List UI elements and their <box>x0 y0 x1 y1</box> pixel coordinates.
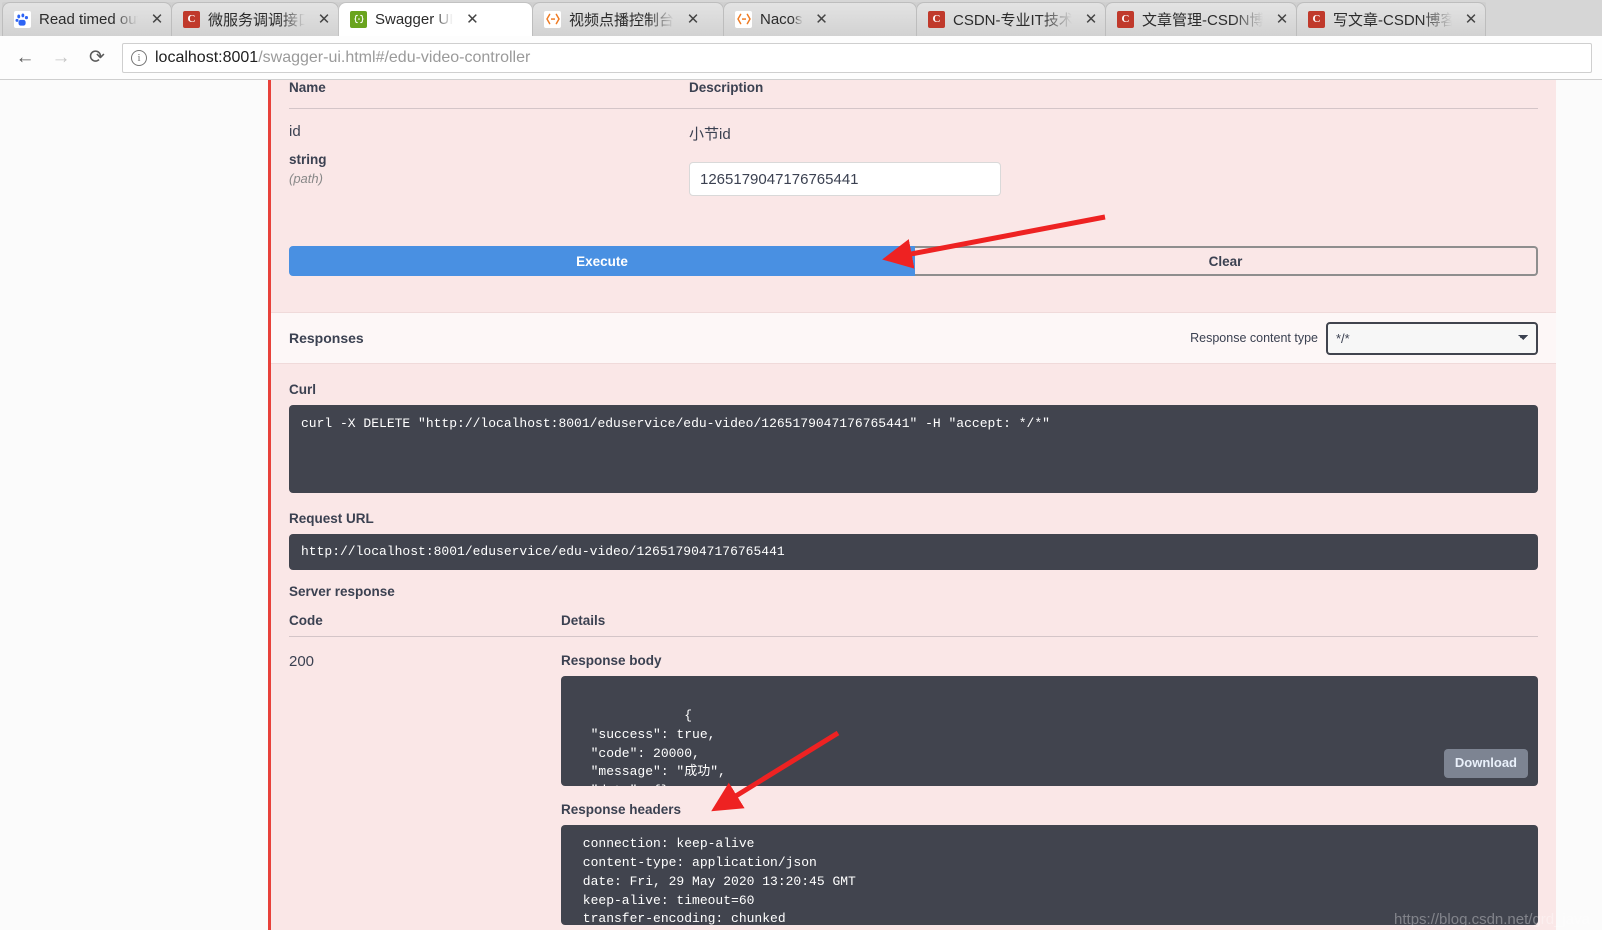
browser-tab-4[interactable]: Nacos ✕ <box>723 2 917 36</box>
nacos-icon <box>735 10 752 28</box>
response-body-label: Response body <box>561 653 662 668</box>
reload-icon[interactable]: ⟳ <box>82 43 112 73</box>
responses-header-bar: Responses Response content type */* <box>271 312 1556 364</box>
browser-tab-title: Swagger UI <box>375 10 454 28</box>
response-body-block: { "success": true, "code": 20000, "messa… <box>561 676 1538 786</box>
csdn-icon: C <box>1308 10 1325 28</box>
response-headers-label: Response headers <box>561 802 682 817</box>
aliyun-icon <box>544 10 561 28</box>
request-url-value: http://localhost:8001/eduservice/edu-vid… <box>289 534 1538 570</box>
response-details-cell: Response body { "success": true, "code":… <box>561 653 1538 930</box>
clear-button[interactable]: Clear <box>915 246 1538 276</box>
response-headers-block: connection: keep-alive content-type: app… <box>561 825 1538 925</box>
parameter-description-cell: 小节id <box>689 123 1538 196</box>
server-response-label: Server response <box>289 584 395 599</box>
parameter-type: string <box>289 152 327 167</box>
csdn-icon: C <box>928 10 945 28</box>
close-icon[interactable]: ✕ <box>315 10 333 28</box>
page-info-icon[interactable]: i <box>131 49 147 66</box>
browser-tab-title: 文章管理-CSDN博 <box>1142 11 1263 29</box>
browser-tab-5[interactable]: C CSDN-专业IT技术 ✕ <box>916 2 1106 36</box>
browser-tab-title: CSDN-专业IT技术 <box>953 11 1072 29</box>
response-content-type-group: Response content type */* <box>1190 321 1538 355</box>
response-content-type-select[interactable]: */* <box>1326 321 1538 355</box>
action-button-row: Execute Clear <box>289 246 1538 276</box>
swagger-icon <box>350 10 367 28</box>
browser-window: Read timed out e ✕ C 微服务调调接口超时 ✕ Swagger… <box>0 0 1602 930</box>
browser-toolbar: ← → ⟳ i localhost:8001/swagger-ui.html#/… <box>0 36 1602 80</box>
browser-tab-2[interactable]: Swagger UI ✕ <box>338 2 533 36</box>
parameter-id-input[interactable] <box>689 162 1001 196</box>
address-bar[interactable]: i localhost:8001/swagger-ui.html#/edu-vi… <box>122 42 1592 73</box>
swagger-opblock-delete: Name Description id string (path) 小节id E… <box>268 80 1556 930</box>
browser-tab-title: Read timed out e <box>39 10 138 28</box>
parameter-name: id <box>289 123 301 140</box>
browser-tab-title: 视频点播控制台 <box>569 11 675 29</box>
close-icon[interactable]: ✕ <box>684 10 702 28</box>
address-host: localhost:8001 <box>155 48 259 66</box>
forward-icon[interactable]: → <box>46 43 76 73</box>
back-icon[interactable]: ← <box>10 43 40 73</box>
execute-button[interactable]: Execute <box>289 246 915 276</box>
browser-tab-title: Nacos <box>760 10 803 28</box>
page-viewport: Name Description id string (path) 小节id E… <box>0 80 1602 930</box>
csdn-watermark: https://blog.csdn.net/grd_java <box>1394 911 1590 928</box>
csdn-icon: C <box>1117 10 1134 28</box>
response-content-type-label: Response content type <box>1190 331 1318 345</box>
close-icon[interactable]: ✕ <box>813 10 831 28</box>
address-bar-text: localhost:8001/swagger-ui.html#/edu-vide… <box>155 49 530 67</box>
column-header-name: Name <box>289 80 326 95</box>
column-header-description: Description <box>689 80 764 95</box>
response-detail-area: Curl curl -X DELETE "http://localhost:80… <box>271 364 1556 930</box>
browser-tab-6[interactable]: C 文章管理-CSDN博 ✕ <box>1105 2 1297 36</box>
parameter-row-id: id string (path) 小节id <box>271 109 1556 196</box>
csdn-icon: C <box>183 10 200 28</box>
response-body-text: { "success": true, "code": 20000, "messa… <box>590 707 726 786</box>
close-icon[interactable]: ✕ <box>1273 10 1291 28</box>
curl-label: Curl <box>289 382 316 397</box>
browser-tab-0[interactable]: Read timed out e ✕ <box>2 2 172 36</box>
close-icon[interactable]: ✕ <box>1462 10 1480 28</box>
address-path: /swagger-ui.html#/edu-video-controller <box>258 48 531 66</box>
browser-tab-3[interactable]: 视频点播控制台 ✕ <box>532 2 724 36</box>
request-url-label: Request URL <box>289 511 374 526</box>
browser-tab-title: 微服务调调接口超时 <box>208 11 305 29</box>
parameter-description: 小节id <box>689 126 731 143</box>
parameter-location: (path) <box>289 171 323 186</box>
browser-tab-title: 写文章-CSDN博客 <box>1333 11 1452 29</box>
browser-tab-strip: Read timed out e ✕ C 微服务调调接口超时 ✕ Swagger… <box>0 0 1602 36</box>
close-icon[interactable]: ✕ <box>1082 10 1100 28</box>
response-status-code: 200 <box>289 653 315 670</box>
server-response-table-header: Code Details <box>289 613 1538 628</box>
download-button[interactable]: Download <box>1443 749 1528 778</box>
server-response-row: 200 Response body { "success": true, "co… <box>289 637 1538 930</box>
column-header-code: Code <box>289 613 323 628</box>
curl-command: curl -X DELETE "http://localhost:8001/ed… <box>289 405 1538 493</box>
browser-tab-7[interactable]: C 写文章-CSDN博客 ✕ <box>1296 2 1486 36</box>
close-icon[interactable]: ✕ <box>463 10 481 28</box>
browser-tab-1[interactable]: C 微服务调调接口超时 ✕ <box>171 2 339 36</box>
baidu-icon <box>14 10 31 28</box>
close-icon[interactable]: ✕ <box>148 10 166 28</box>
parameter-name-cell: id string (path) <box>289 123 689 196</box>
parameters-table-header: Name Description <box>271 80 1556 102</box>
responses-title: Responses <box>289 330 364 346</box>
column-header-details: Details <box>561 613 606 628</box>
